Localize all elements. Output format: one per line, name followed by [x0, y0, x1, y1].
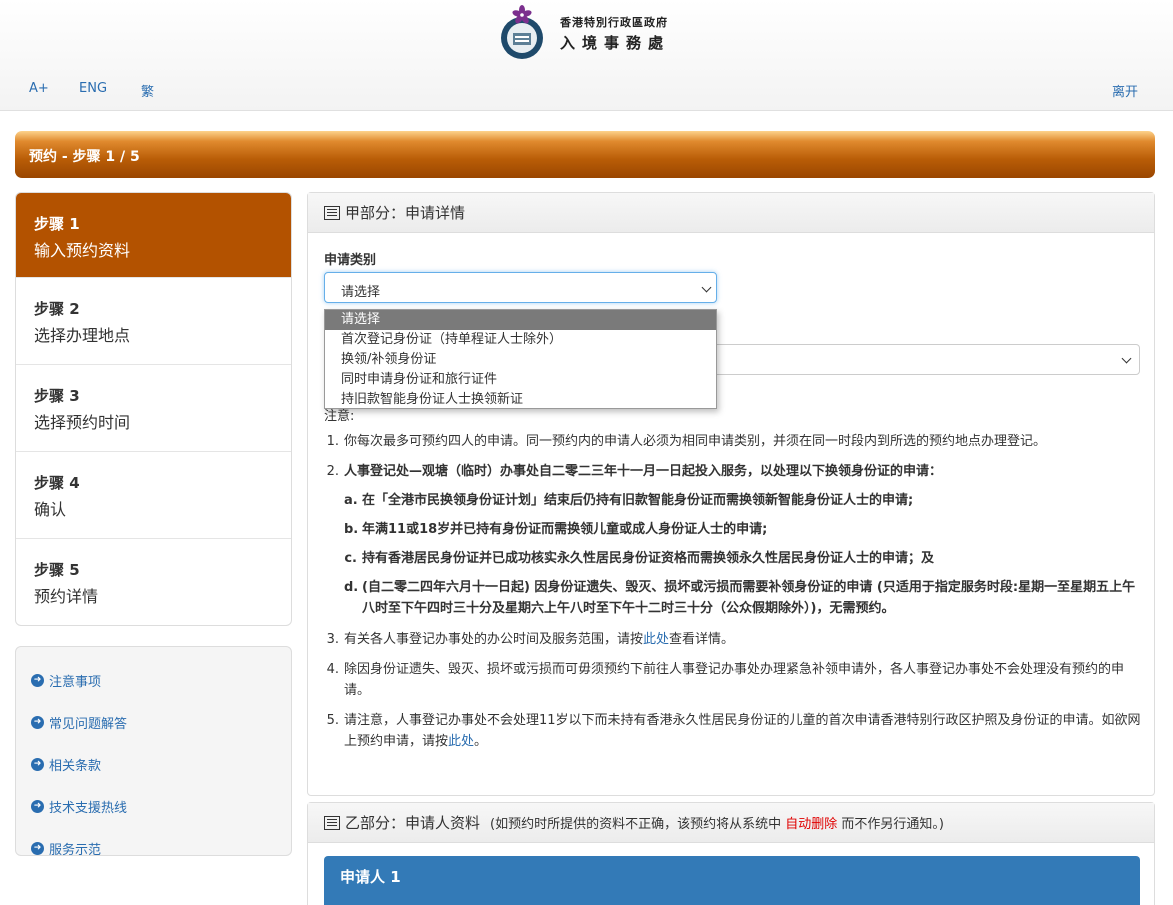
- department-name: 香港特別行政區政府 入境事務處: [560, 14, 670, 53]
- office-hours-link[interactable]: 此处: [643, 632, 669, 647]
- government-name: 香港特別行政區政府: [560, 16, 668, 29]
- note-item: 3. 有关各人事登记办事处的办公时间及服务范围，请按此处查看详情。: [326, 632, 735, 647]
- note-item: 2. 人事登记处—观塘（临时）办事处自二零二三年十一月一日起投入服务，以处理以下…: [324, 461, 1144, 620]
- page-header: 香港特別行政區政府 入境事務處 A+ ENG 繁 离开: [0, 0, 1173, 111]
- step-number: 步骤 5: [34, 561, 80, 579]
- traditional-chinese-link[interactable]: 繁: [141, 81, 154, 100]
- note-item: 1. 你每次最多可预约四人的申请。同一预约内的申请人必须为相同申请类别，并须在同一…: [324, 431, 1144, 452]
- link-label: 注意事项: [49, 674, 102, 690]
- link-faq[interactable]: ➜ 常见问题解答: [16, 701, 291, 743]
- note-item: 4. 除因身份证遗失、毁灭、损坏或污损而可毋须预约下前往人事登记办事处办理紧急补领…: [324, 659, 1144, 701]
- step-item-5: 步骤 5 预约详情: [16, 539, 291, 625]
- application-details-panel: 甲部分：申请详情 申请类别 请选择 请选择 首次登记身份证（持单程证人士除外） …: [307, 192, 1155, 796]
- chevron-down-icon: [701, 282, 712, 293]
- note-text: 你每次最多可预约四人的申请。同一预约内的申请人必须为相同申请类别，并须在同一时段…: [344, 434, 1047, 449]
- step-item-3: 步骤 3 选择预约时间: [16, 365, 291, 452]
- note-text: 。: [474, 734, 488, 749]
- online-booking-link[interactable]: 此处: [448, 734, 474, 749]
- arrow-right-circle-icon: ➜: [31, 841, 44, 855]
- auto-delete-warning: 自动删除: [785, 817, 838, 832]
- notes-section: 注意: 1. 你每次最多可预约四人的申请。同一预约内的申请人必须为相同申请类别，并…: [324, 406, 1144, 761]
- banner-title: 预约 - 步骤 1 / 5: [29, 149, 140, 165]
- immigration-department-logo: [501, 5, 543, 59]
- note-text: 除因身份证遗失、毁灭、损坏或污损而可毋须预约下前往人事登记办事处办理紧急补领申请…: [344, 662, 1125, 698]
- option-item[interactable]: 换领/补领身份证: [325, 350, 716, 370]
- link-demo[interactable]: ➜ 服务示范: [16, 827, 291, 869]
- arrow-right-circle-icon: ➜: [31, 673, 44, 687]
- step-label: 预约详情: [34, 587, 99, 606]
- select-value: 请选择: [341, 285, 381, 300]
- link-label: 技术支援热线: [49, 800, 128, 816]
- panel-title: 乙部分：申请人资料: [345, 814, 481, 832]
- step-list: 步骤 1 输入预约资料 步骤 2 选择办理地点 步骤 3 选择预约时间 步骤 4…: [15, 192, 292, 626]
- sub-note: b. 年满11或18岁并已持有身份证而需换领儿童或成人身份证人士的申请;: [344, 519, 1144, 540]
- step-label: 选择办理地点: [34, 326, 131, 345]
- note-text: 人事登记处—观塘（临时）办事处自二零二三年十一月一日起投入服务，以处理以下换领身…: [344, 464, 943, 479]
- leave-link[interactable]: 离开: [1112, 81, 1138, 100]
- panel-header: 乙部分：申请人资料 (如预约时所提供的资料不正确，该预约将从系统中 自动删除 而…: [308, 803, 1154, 843]
- link-notes[interactable]: ➜ 注意事项: [16, 659, 291, 701]
- panel-header: 甲部分：申请详情: [308, 193, 1154, 233]
- option-item[interactable]: 请选择: [325, 310, 716, 330]
- help-links: ➜ 注意事项 ➜ 常见问题解答 ➜ 相关条款 ➜ 技术支援热线 ➜ 服务示范: [15, 646, 292, 858]
- step-banner: 预约 - 步骤 1 / 5: [15, 131, 1155, 178]
- sub-note-text: 年满11或18岁并已持有身份证而需换领儿童或成人身份证人士的申请;: [362, 522, 768, 537]
- step-number: 步骤 3: [34, 387, 80, 405]
- sub-note: c. 持有香港居民身份证并已成功核实永久性居民身份证资格而需换领永久性居民身份证人…: [344, 548, 1144, 569]
- sub-note-text: (自二零二四年六月十一日起) 因身份证遗失、毁灭、损坏或污损而需要补领身份证的申…: [362, 580, 1136, 616]
- application-type-label: 申请类别: [324, 253, 377, 268]
- sub-note-text: 在「全港市民换领身份证计划」结束后仍持有旧款智能身份证而需换领新智能身份证人士的…: [362, 493, 914, 508]
- step-item-2: 步骤 2 选择办理地点: [16, 278, 291, 365]
- option-item[interactable]: 同时申请身份证和旅行证件: [325, 370, 716, 390]
- step-label: 输入预约资料: [34, 241, 131, 260]
- application-type-select[interactable]: 请选择: [324, 272, 717, 303]
- font-size-link[interactable]: A+: [29, 81, 49, 96]
- option-item[interactable]: 持旧款智能身份证人士换领新证: [325, 390, 716, 410]
- step-label: 选择预约时间: [34, 413, 131, 432]
- note-text: 有关各人事登记办事处的办公时间及服务范围，请按: [344, 632, 644, 647]
- applicant-info-panel: 乙部分：申请人资料 (如预约时所提供的资料不正确，该预约将从系统中 自动删除 而…: [307, 802, 1155, 905]
- department-title: 入境事務處: [560, 34, 671, 52]
- step-number: 步骤 2: [34, 300, 80, 318]
- list-icon: [324, 815, 340, 830]
- link-label: 常见问题解答: [49, 716, 128, 732]
- step-label: 确认: [34, 500, 67, 519]
- arrow-right-circle-icon: ➜: [31, 799, 44, 813]
- link-label: 相关条款: [49, 758, 102, 774]
- sub-note: d. (自二零二四年六月十一日起) 因身份证遗失、毁灭、损坏或污损而需要补领身份证…: [344, 577, 1144, 619]
- applicant-header: 申请人 1: [324, 856, 1140, 905]
- link-label: 服务示范: [49, 842, 102, 858]
- english-language-link[interactable]: ENG: [79, 81, 107, 96]
- panel-title: 甲部分：申请详情: [345, 204, 466, 222]
- note-text: 查看详情。: [669, 632, 735, 647]
- link-terms[interactable]: ➜ 相关条款: [16, 743, 291, 785]
- option-item[interactable]: 首次登记身份证（持单程证人士除外）: [325, 330, 716, 350]
- list-icon: [324, 205, 340, 220]
- step-item-4: 步骤 4 确认: [16, 452, 291, 539]
- arrow-right-circle-icon: ➜: [31, 715, 44, 729]
- arrow-right-circle-icon: ➜: [31, 757, 44, 771]
- step-number: 步骤 1: [34, 215, 80, 233]
- step-item-1: 步骤 1 输入预约资料: [16, 193, 291, 278]
- note-item: 5. 请注意，人事登记办事处不会处理11岁以下而未持有香港永久性居民身份证的儿童的…: [326, 713, 1141, 749]
- chevron-down-icon: [1121, 353, 1132, 364]
- panel-note: (如预约时所提供的资料不正确，该预约将从系统中 自动删除 而不作另行通知。): [490, 817, 944, 832]
- sub-note: a. 在「全港市民换领身份证计划」结束后仍持有旧款智能身份证而需换领新智能身份证人…: [344, 490, 1144, 511]
- application-type-options: 请选择 首次登记身份证（持单程证人士除外） 换领/补领身份证 同时申请身份证和旅…: [324, 309, 717, 409]
- step-number: 步骤 4: [34, 474, 80, 492]
- sub-note-text: 持有香港居民身份证并已成功核实永久性居民身份证资格而需换领永久性居民身份证人士的…: [362, 551, 935, 566]
- link-support-hotline[interactable]: ➜ 技术支援热线: [16, 785, 291, 827]
